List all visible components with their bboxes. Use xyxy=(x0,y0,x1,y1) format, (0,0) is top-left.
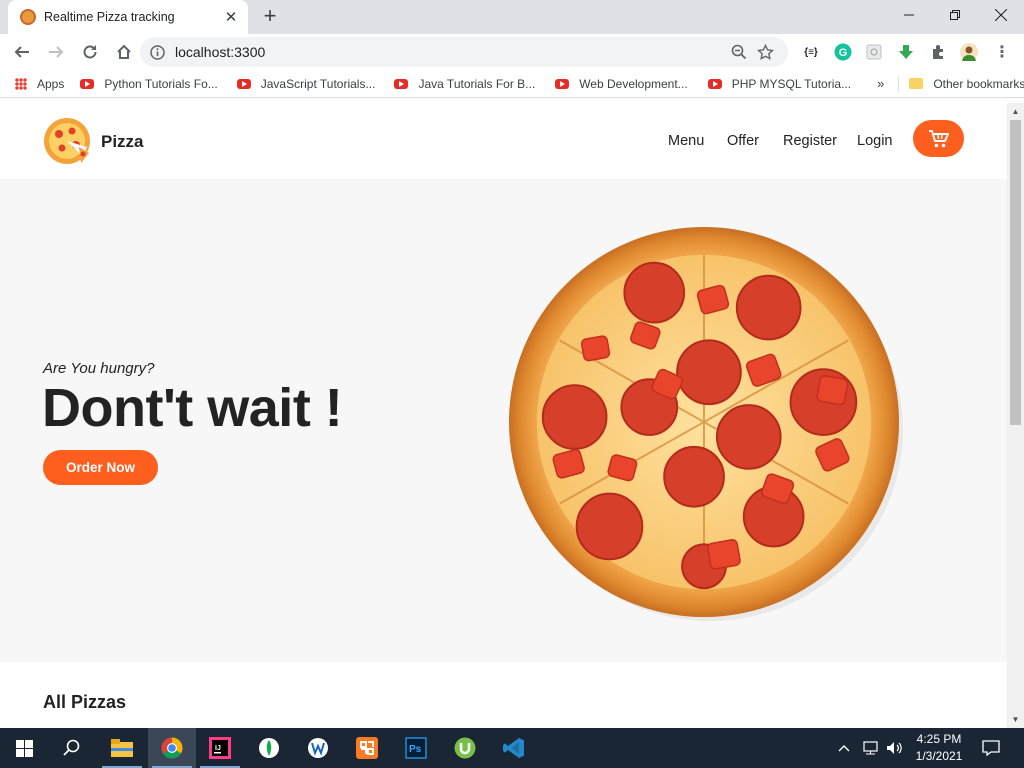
download-extension-icon[interactable] xyxy=(895,41,917,63)
restore-icon xyxy=(950,10,960,20)
json-viewer-extension-icon[interactable]: {≡} xyxy=(800,41,822,63)
youtube-icon xyxy=(555,78,570,89)
folder-icon xyxy=(909,78,924,89)
pepperoni-pizza-image xyxy=(508,226,903,621)
page-scrollbar[interactable]: ▲ ▼ xyxy=(1007,103,1024,728)
close-window-button[interactable] xyxy=(978,0,1024,30)
close-icon xyxy=(995,9,1007,21)
order-now-button[interactable]: Order Now xyxy=(43,450,158,485)
more-bookmarks-button[interactable]: » xyxy=(877,76,884,91)
bookmark-label: Apps xyxy=(37,76,65,91)
reload-icon xyxy=(83,45,97,59)
address-bar[interactable]: localhost:3300 xyxy=(140,37,788,67)
tab-title: Realtime Pizza tracking xyxy=(44,10,175,24)
back-arrow-icon xyxy=(14,46,29,58)
pizza-favicon-icon xyxy=(20,9,36,25)
new-tab-button[interactable]: + xyxy=(258,5,282,29)
nav-menu-link[interactable]: Menu xyxy=(668,133,704,149)
clock-time: 4:25 PM xyxy=(916,732,962,746)
scrollbar-thumb[interactable] xyxy=(1010,120,1021,425)
volume-icon[interactable] xyxy=(886,728,904,768)
extension-icon[interactable] xyxy=(863,41,885,63)
shopping-cart-icon xyxy=(928,129,949,147)
network-icon[interactable] xyxy=(862,728,880,768)
forward-arrow-icon xyxy=(49,46,64,58)
bookmark-label: Java Tutorials For B... xyxy=(418,76,536,91)
bookmark-webdev[interactable]: Web Development... xyxy=(555,77,688,91)
bookmark-label: Web Development... xyxy=(579,76,688,91)
bookmark-star-icon[interactable] xyxy=(752,39,778,65)
nav-register-link[interactable]: Register xyxy=(783,133,837,149)
hero-title: Dont't wait ! xyxy=(42,378,343,438)
bookmark-java[interactable]: Java Tutorials For B... xyxy=(394,77,535,91)
youtube-icon xyxy=(394,78,409,89)
bookmarks-bar: Apps Python Tutorials Fo... JavaScript T… xyxy=(0,70,1024,98)
svg-text:G: G xyxy=(839,47,848,59)
windows-start-icon[interactable] xyxy=(0,728,48,768)
bookmark-javascript[interactable]: JavaScript Tutorials... xyxy=(236,76,376,91)
other-bookmarks-label: Other bookmarks xyxy=(933,76,1024,91)
app-icon[interactable] xyxy=(294,728,342,768)
forward-button[interactable] xyxy=(40,36,72,68)
notifications-icon[interactable] xyxy=(982,728,1000,768)
browser-toolbar: localhost:3300 {≡} G ⋮ xyxy=(0,34,1024,70)
minimize-button[interactable] xyxy=(886,0,932,30)
nav-login-link[interactable]: Login xyxy=(857,133,892,149)
system-clock[interactable]: 4:25 PM 1/3/2021 xyxy=(904,731,974,765)
brand-name[interactable]: Pizza xyxy=(101,132,144,152)
url-text[interactable]: localhost:3300 xyxy=(175,44,726,60)
clock-date: 1/3/2021 xyxy=(915,749,963,763)
youtube-icon xyxy=(236,78,251,89)
profile-avatar-icon[interactable] xyxy=(958,41,980,63)
intellij-icon[interactable]: IJ xyxy=(196,728,244,768)
youtube-icon xyxy=(707,78,722,89)
search-icon[interactable] xyxy=(48,728,96,768)
back-button[interactable] xyxy=(6,36,38,68)
bookmark-label: JavaScript Tutorials... xyxy=(260,76,376,91)
close-tab-icon[interactable]: ✕ xyxy=(222,8,240,26)
nav-offer-link[interactable]: Offer xyxy=(727,133,759,149)
grammarly-icon[interactable]: G xyxy=(832,41,854,63)
extensions-puzzle-icon[interactable] xyxy=(927,41,949,63)
bookmark-apps[interactable]: Apps xyxy=(15,77,64,91)
home-button[interactable] xyxy=(108,36,140,68)
photoshop-icon[interactable]: Ps xyxy=(392,728,440,768)
chrome-icon[interactable] xyxy=(148,728,196,768)
pizza-logo-icon[interactable] xyxy=(43,117,91,165)
tray-overflow-icon[interactable] xyxy=(838,728,850,768)
file-explorer-icon[interactable] xyxy=(98,728,146,768)
browser-tab[interactable]: Realtime Pizza tracking ✕ xyxy=(8,0,248,34)
youtube-icon xyxy=(80,78,95,89)
page-viewport: Pizza Menu Offer Register Login Are You … xyxy=(0,103,1024,728)
windows-taskbar: IJ Ps 4:25 PM 1/3/2021 xyxy=(0,728,1024,768)
bookmark-php[interactable]: PHP MYSQL Tutoria... xyxy=(707,76,852,91)
chrome-menu-icon[interactable]: ⋮ xyxy=(991,41,1013,63)
xampp-icon[interactable] xyxy=(343,728,391,768)
scroll-down-icon[interactable]: ▼ xyxy=(1007,711,1024,728)
info-icon[interactable] xyxy=(150,44,165,60)
home-icon xyxy=(117,44,131,59)
bookmark-python[interactable]: Python Tutorials Fo... xyxy=(80,76,218,91)
reload-button[interactable] xyxy=(74,36,106,68)
site-navbar: Pizza Menu Offer Register Login xyxy=(0,103,1007,179)
hero-section: Are You hungry? Dont't wait ! Order Now xyxy=(0,179,1007,662)
all-pizzas-heading: All Pizzas xyxy=(43,692,127,712)
vscode-icon[interactable] xyxy=(490,728,538,768)
bookmark-label: PHP MYSQL Tutoria... xyxy=(731,76,852,91)
restore-button[interactable] xyxy=(932,0,978,30)
mongodb-icon[interactable] xyxy=(245,728,293,768)
browser-tab-bar: Realtime Pizza tracking ✕ + xyxy=(0,0,1024,34)
cart-button[interactable] xyxy=(913,120,964,157)
bookmark-label: Python Tutorials Fo... xyxy=(104,76,218,91)
hero-subtitle: Are You hungry? xyxy=(43,360,155,377)
svg-text:IJ: IJ xyxy=(215,745,221,752)
zoom-icon[interactable] xyxy=(726,39,752,65)
apps-grid-icon xyxy=(15,77,27,90)
minimize-icon xyxy=(904,14,914,16)
utorrent-icon[interactable] xyxy=(441,728,489,768)
other-bookmarks[interactable]: Other bookmarks xyxy=(898,76,1024,91)
svg-text:Ps: Ps xyxy=(409,744,422,755)
scroll-up-icon[interactable]: ▲ xyxy=(1007,103,1024,120)
